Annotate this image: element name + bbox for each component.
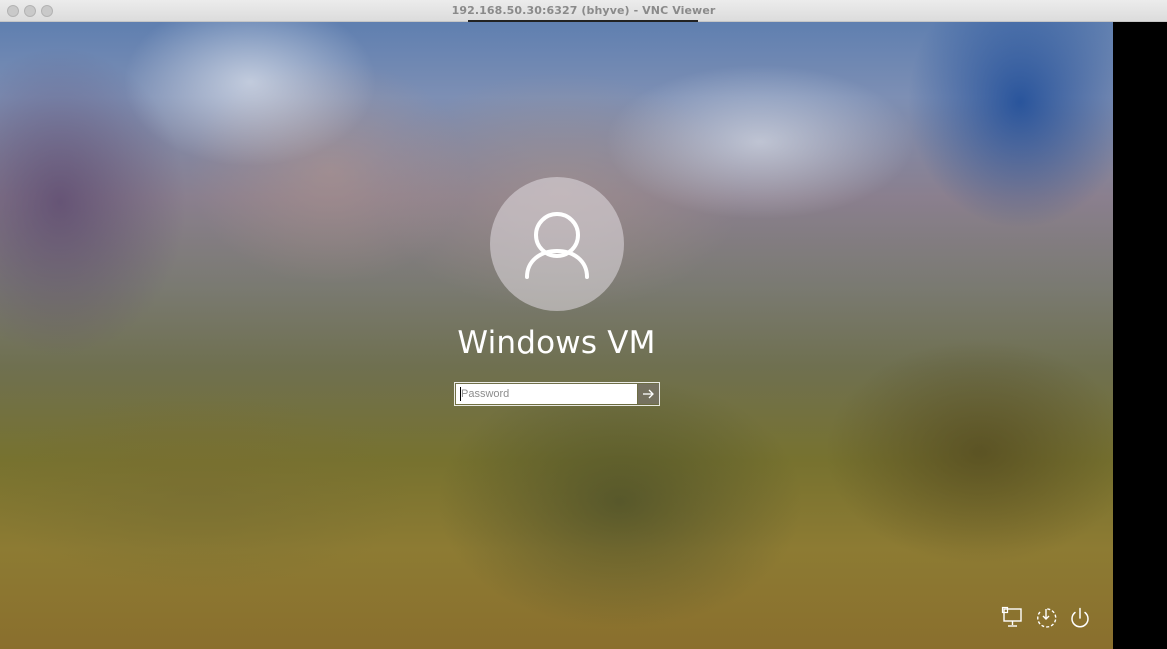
password-box	[454, 382, 660, 406]
network-button[interactable]	[1001, 606, 1025, 630]
power-icon	[1071, 607, 1089, 628]
viewer-margin	[1113, 22, 1167, 649]
window-title: 192.168.50.30:6327 (bhyve) - VNC Viewer	[451, 4, 716, 17]
power-button[interactable]	[1068, 606, 1092, 630]
user-avatar	[490, 177, 624, 311]
vnc-viewer-window: 192.168.50.30:6327 (bhyve) - VNC Viewer …	[0, 0, 1167, 649]
password-input[interactable]	[456, 384, 637, 404]
ease-of-access-button[interactable]	[1034, 606, 1058, 630]
ease-of-access-icon	[1037, 608, 1057, 628]
network-icon	[1001, 606, 1022, 627]
user-icon	[525, 212, 589, 279]
arrow-right-icon	[643, 389, 654, 399]
text-caret	[460, 387, 461, 401]
windows-lock-screen[interactable]: Windows VM	[0, 22, 1113, 649]
system-icons	[0, 606, 1113, 630]
user-name: Windows VM	[457, 325, 656, 361]
title-bar[interactable]: 192.168.50.30:6327 (bhyve) - VNC Viewer	[0, 0, 1167, 22]
submit-button[interactable]	[638, 384, 659, 404]
